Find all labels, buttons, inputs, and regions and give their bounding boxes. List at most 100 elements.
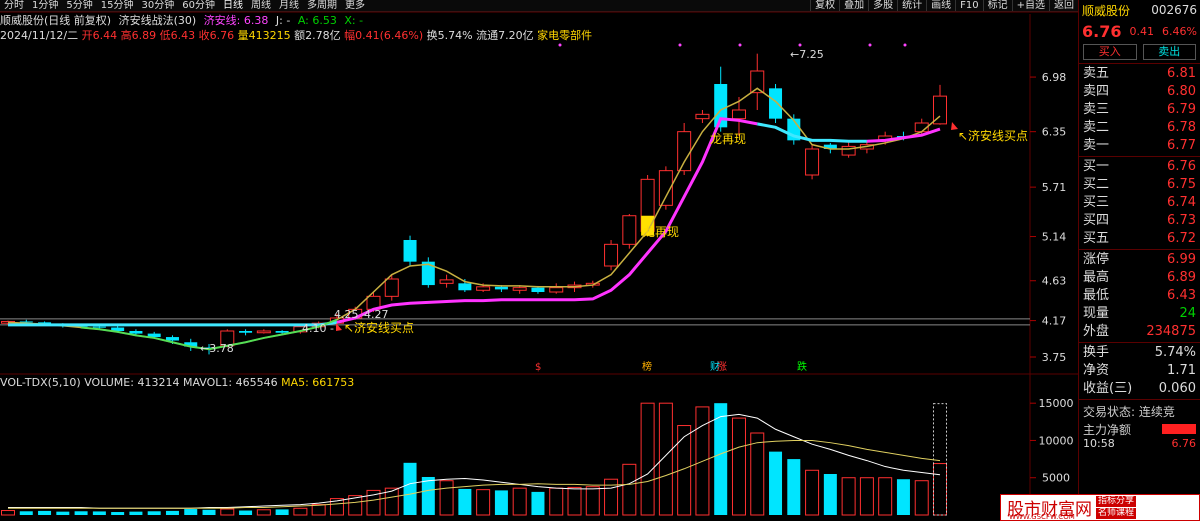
volume-bar xyxy=(1,510,15,516)
asks-row: 卖四 6.80 xyxy=(1079,83,1200,101)
vol-ma5: MA5: 661753 xyxy=(281,376,355,389)
candle-body xyxy=(384,278,399,297)
event-mark: 跌 xyxy=(797,360,807,373)
volume-bar xyxy=(658,402,673,516)
stats-label: 现量 xyxy=(1083,306,1110,321)
dragon-label-2: 龙再现 xyxy=(643,225,679,239)
stats-label: 最高 xyxy=(1083,270,1110,285)
stats-value: 6.99 xyxy=(1167,252,1196,267)
tick-row: 10:58 6.76 xyxy=(1079,437,1200,451)
stats-list-2: 换手 5.74% 净资 1.71 收益(三) 0.060 xyxy=(1079,344,1200,398)
chart-title: 顺威股份(日线 前复权) 济安线战法(30) 济安线: 6.38 J: - A:… xyxy=(0,14,1078,28)
price-tick-label: 6.98 xyxy=(1042,71,1067,84)
volume-bar xyxy=(129,511,143,515)
bids-label: 买二 xyxy=(1083,177,1110,192)
volume-bar xyxy=(202,509,216,515)
candle-body xyxy=(695,113,710,120)
volume-bar xyxy=(74,511,88,515)
bids-label: 买五 xyxy=(1083,231,1110,246)
vol-tick-label: 5000 xyxy=(1042,472,1070,485)
jax-line-late xyxy=(756,122,867,143)
asks-label: 卖一 xyxy=(1083,138,1110,153)
bids-row: 买一 6.76 xyxy=(1079,158,1200,176)
asks-value: 6.80 xyxy=(1167,84,1196,99)
volume-bar xyxy=(769,451,783,515)
buy-label-1: ↖济安线买点 xyxy=(344,320,414,335)
net-flow-label: 主力净额 xyxy=(1083,423,1132,437)
buy-button[interactable]: 买入 xyxy=(1083,44,1137,60)
stats-list: 涨停 6.99 最高 6.89 最低 6.43 现量 24 外盘 234875 xyxy=(1079,251,1200,341)
candle-body xyxy=(677,131,692,172)
candle-body xyxy=(439,279,454,284)
vol-tick-label: 15000 xyxy=(1039,397,1074,410)
candle-body xyxy=(476,286,491,291)
stock-header: 顺威股份 002676 xyxy=(1079,0,1200,20)
stats2-value: 0.060 xyxy=(1158,381,1196,396)
volume-bar xyxy=(714,403,728,515)
low-label: 低6.43 xyxy=(159,29,196,42)
volume-bar xyxy=(439,480,454,516)
stats-value: 24 xyxy=(1179,306,1196,321)
volume-bar xyxy=(823,474,837,515)
volume-bar-pending xyxy=(933,403,947,516)
mid-label-2: 4.27 xyxy=(364,308,389,321)
watermark-url: WWW.GSCFW.COM xyxy=(1009,513,1075,521)
bids-label: 买一 xyxy=(1083,159,1110,174)
buy-arrow-2 xyxy=(951,122,958,130)
volume-bar xyxy=(750,432,765,516)
bids-value: 6.73 xyxy=(1167,213,1196,228)
high-label: 高6.89 xyxy=(120,29,157,42)
top-dot xyxy=(903,43,907,47)
stock-title: 顺威股份(日线 前复权) xyxy=(0,14,112,27)
stock-code: 002676 xyxy=(1151,3,1197,17)
stats2-row: 换手 5.74% xyxy=(1079,344,1200,362)
bids-value: 6.74 xyxy=(1167,195,1196,210)
amount-label: 额2.78亿 xyxy=(294,29,341,42)
bids-value: 6.72 xyxy=(1167,231,1196,246)
vol-mavol1: MAVOL1: 465546 xyxy=(182,376,278,389)
net-flow[interactable]: 主力净额 xyxy=(1079,419,1200,437)
volume-bar xyxy=(403,462,417,515)
volume-bar xyxy=(896,479,910,515)
volume-bar xyxy=(859,477,874,516)
volume-bar xyxy=(38,510,52,515)
candle-body xyxy=(549,287,564,293)
stats-label: 最低 xyxy=(1083,288,1110,303)
candle-body xyxy=(531,287,545,292)
change-label: 幅0.41(6.46%) xyxy=(344,29,424,42)
volume-bar xyxy=(92,511,106,515)
volume-bar xyxy=(111,512,125,515)
asks-row: 卖二 6.78 xyxy=(1079,119,1200,137)
asks-label: 卖三 xyxy=(1083,102,1110,117)
candle-body xyxy=(731,109,746,120)
volume-info: VOL-TDX(5,10) VOLUME: 413214 MAVOL1: 465… xyxy=(0,376,1078,390)
price-change: 0.41 xyxy=(1129,24,1154,38)
stats2-label: 收益(三) xyxy=(1083,381,1133,396)
sell-button[interactable]: 卖出 xyxy=(1142,44,1196,60)
volume-bar xyxy=(293,507,308,516)
volume-bar xyxy=(311,504,326,516)
candle-body xyxy=(805,148,820,176)
turnover-label: 换5.74% xyxy=(426,29,473,42)
price-tick-label: 5.71 xyxy=(1042,181,1067,194)
tick-price: 6.76 xyxy=(1171,437,1197,450)
stats-row: 涨停 6.99 xyxy=(1079,251,1200,269)
price-tick-label: 4.17 xyxy=(1042,315,1067,328)
stats-value: 234875 xyxy=(1146,324,1196,339)
stats2-label: 净资 xyxy=(1083,363,1110,378)
volume-bar xyxy=(184,509,198,515)
a-value: A: 6.53 xyxy=(297,14,337,27)
stats-row: 最低 6.43 xyxy=(1079,287,1200,305)
trade-status: 交易状态: 连续竞 xyxy=(1083,405,1175,419)
stats2-row: 净资 1.71 xyxy=(1079,362,1200,380)
buy-label-2: ↖济安线买点 xyxy=(958,128,1028,143)
stats2-row: 收益(三) 0.060 xyxy=(1079,380,1200,398)
kline-chart[interactable]: 6.98 6.35 5.71 5.14 4.63 4.17 3.75 15000 10000 50… xyxy=(0,0,1078,521)
mid-label-1: 4.25 - xyxy=(334,308,366,321)
candle-body xyxy=(769,88,783,119)
quote-info: 2024/11/12/二 开6.44 高6.89 低6.43 收6.76 量41… xyxy=(0,29,1078,43)
stats2-value: 1.71 xyxy=(1167,363,1196,378)
event-mark: 涨 xyxy=(717,361,727,373)
price-row: 6.76 0.41 6.46% xyxy=(1079,20,1200,42)
price-tick-label: 3.75 xyxy=(1042,351,1067,364)
